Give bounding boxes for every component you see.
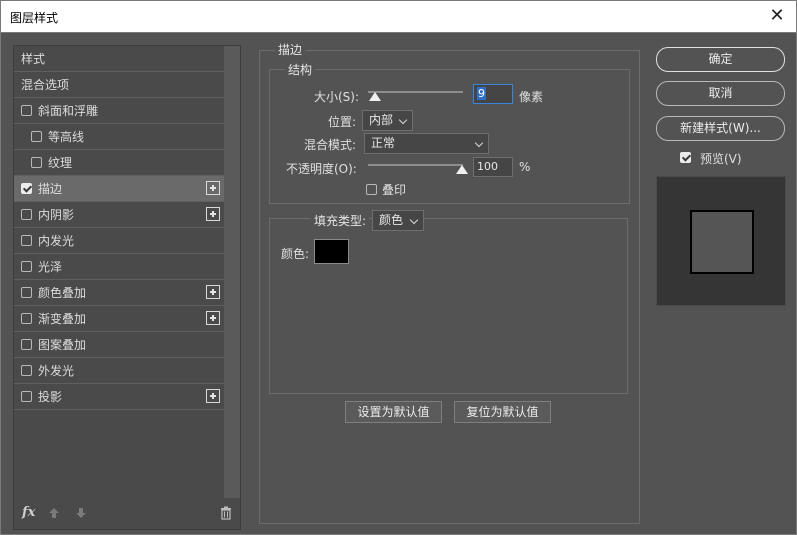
set-default-button[interactable]: 设置为默认值 [345,401,442,423]
style-list-item[interactable]: 内阴影 [14,202,225,228]
style-list-panel: 样式混合选项斜面和浮雕等高线纹理描边内阴影内发光光泽颜色叠加渐变叠加图案叠加外发… [13,45,241,530]
style-checkbox[interactable] [21,105,32,116]
style-list-item[interactable]: 斜面和浮雕 [14,98,225,124]
title-bar: 图层样式 ✕ [0,0,797,33]
position-select[interactable]: 内部 [362,110,413,131]
ok-button[interactable]: 确定 [656,47,785,72]
style-list-item[interactable]: 图案叠加 [14,332,225,358]
style-checkbox[interactable] [21,209,32,220]
style-list-item[interactable]: 混合选项 [14,72,225,98]
position-label: 位置: [328,115,357,129]
style-checkbox[interactable] [21,339,32,350]
opacity-value: 100 [477,160,498,173]
fill-type-select[interactable]: 颜色 [372,210,424,231]
stroke-section-title: 描边 [275,41,306,58]
style-list-label: 样式 [21,52,46,66]
add-icon[interactable] [206,311,220,325]
style-checkbox[interactable] [21,391,32,402]
style-list-label: 内发光 [38,234,75,248]
style-list-label: 内阴影 [38,208,75,222]
color-swatch[interactable] [314,239,349,264]
style-list-item[interactable]: 投影 [14,384,225,410]
blend-mode-value: 正常 [371,136,396,150]
style-checkbox[interactable] [31,131,42,142]
preview-checkbox[interactable] [680,152,691,163]
style-list-label: 光泽 [38,260,63,274]
preview-square [690,210,754,274]
position-value: 内部 [369,113,394,127]
style-list-label: 颜色叠加 [38,286,87,300]
chevron-down-icon [398,115,408,125]
reset-default-button[interactable]: 复位为默认值 [454,401,551,423]
style-list-label: 投影 [38,390,63,404]
opacity-unit: % [519,160,531,174]
move-down-icon[interactable] [75,507,87,519]
add-icon[interactable] [206,285,220,299]
blend-mode-select[interactable]: 正常 [364,133,489,154]
style-checkbox[interactable] [21,183,32,194]
chevron-down-icon [474,138,484,148]
style-list-item[interactable]: 纹理 [14,150,225,176]
size-slider-thumb[interactable] [369,92,381,101]
style-list-label: 等高线 [48,130,85,144]
color-label: 颜色: [281,247,310,261]
opacity-input[interactable]: 100 [473,157,513,177]
style-list-label: 外发光 [38,364,75,378]
style-list-item[interactable]: 描边 [14,176,225,202]
add-icon[interactable] [206,389,220,403]
style-list-scrollbar[interactable] [224,46,240,498]
overprint-checkbox[interactable] [366,184,377,195]
size-slider-track[interactable] [368,91,463,93]
fill-type-value: 颜色 [379,213,404,227]
style-checkbox[interactable] [21,261,32,272]
structure-title: 结构 [285,61,316,78]
style-list-item[interactable]: 等高线 [14,124,225,150]
style-list-label: 纹理 [48,156,73,170]
style-list-label: 混合选项 [21,78,70,92]
layer-style-dialog: 样式 混合选项 斜面和浮雕 等高线 纹理 描边 内阴影 内发光 光泽 颜色叠加 渐变叠加 图案叠加 外发… [0,33,797,535]
overprint-label: 叠印 [382,183,407,197]
fill-type-label: 填充类型: [311,212,370,229]
close-icon[interactable]: ✕ [766,5,788,27]
opacity-label: 不透明度(O): [286,162,357,176]
style-list-label: 渐变叠加 [38,312,87,326]
chevron-down-icon [409,215,419,225]
style-checkbox[interactable] [31,157,42,168]
style-list-label: 图案叠加 [38,338,87,352]
move-up-icon[interactable] [48,507,60,519]
style-list: 样式混合选项斜面和浮雕等高线纹理描边内阴影内发光光泽颜色叠加渐变叠加图案叠加外发… [14,46,225,410]
style-list-item[interactable]: 内发光 [14,228,225,254]
fx-icon[interactable]: fx [22,505,35,520]
add-icon[interactable] [206,207,220,221]
style-list-label: 描边 [38,182,63,196]
cancel-button[interactable]: 取消 [656,81,785,106]
style-list-footer: fx [14,498,242,529]
trash-icon[interactable] [219,506,233,520]
size-label: 大小(S): [314,90,360,104]
size-value: 9 [477,87,486,100]
opacity-slider-thumb[interactable] [456,165,468,174]
style-list-item[interactable]: 外发光 [14,358,225,384]
opacity-slider-track[interactable] [368,164,463,166]
style-list-item[interactable]: 颜色叠加 [14,280,225,306]
add-icon[interactable] [206,181,220,195]
style-checkbox[interactable] [21,365,32,376]
style-checkbox[interactable] [21,287,32,298]
preview-label: 预览(V) [700,152,742,166]
size-input[interactable]: 9 [473,84,513,104]
new-style-button[interactable]: 新建样式(W)... [656,116,785,141]
window-title: 图层样式 [10,11,59,25]
style-list-item[interactable]: 渐变叠加 [14,306,225,332]
preview-thumbnail [656,176,786,306]
style-checkbox[interactable] [21,235,32,246]
style-list-item[interactable]: 样式 [14,46,225,72]
style-list-item[interactable]: 光泽 [14,254,225,280]
style-checkbox[interactable] [21,313,32,324]
style-list-label: 斜面和浮雕 [38,104,99,118]
blend-mode-label: 混合模式: [304,138,357,152]
size-unit: 像素 [519,90,544,104]
